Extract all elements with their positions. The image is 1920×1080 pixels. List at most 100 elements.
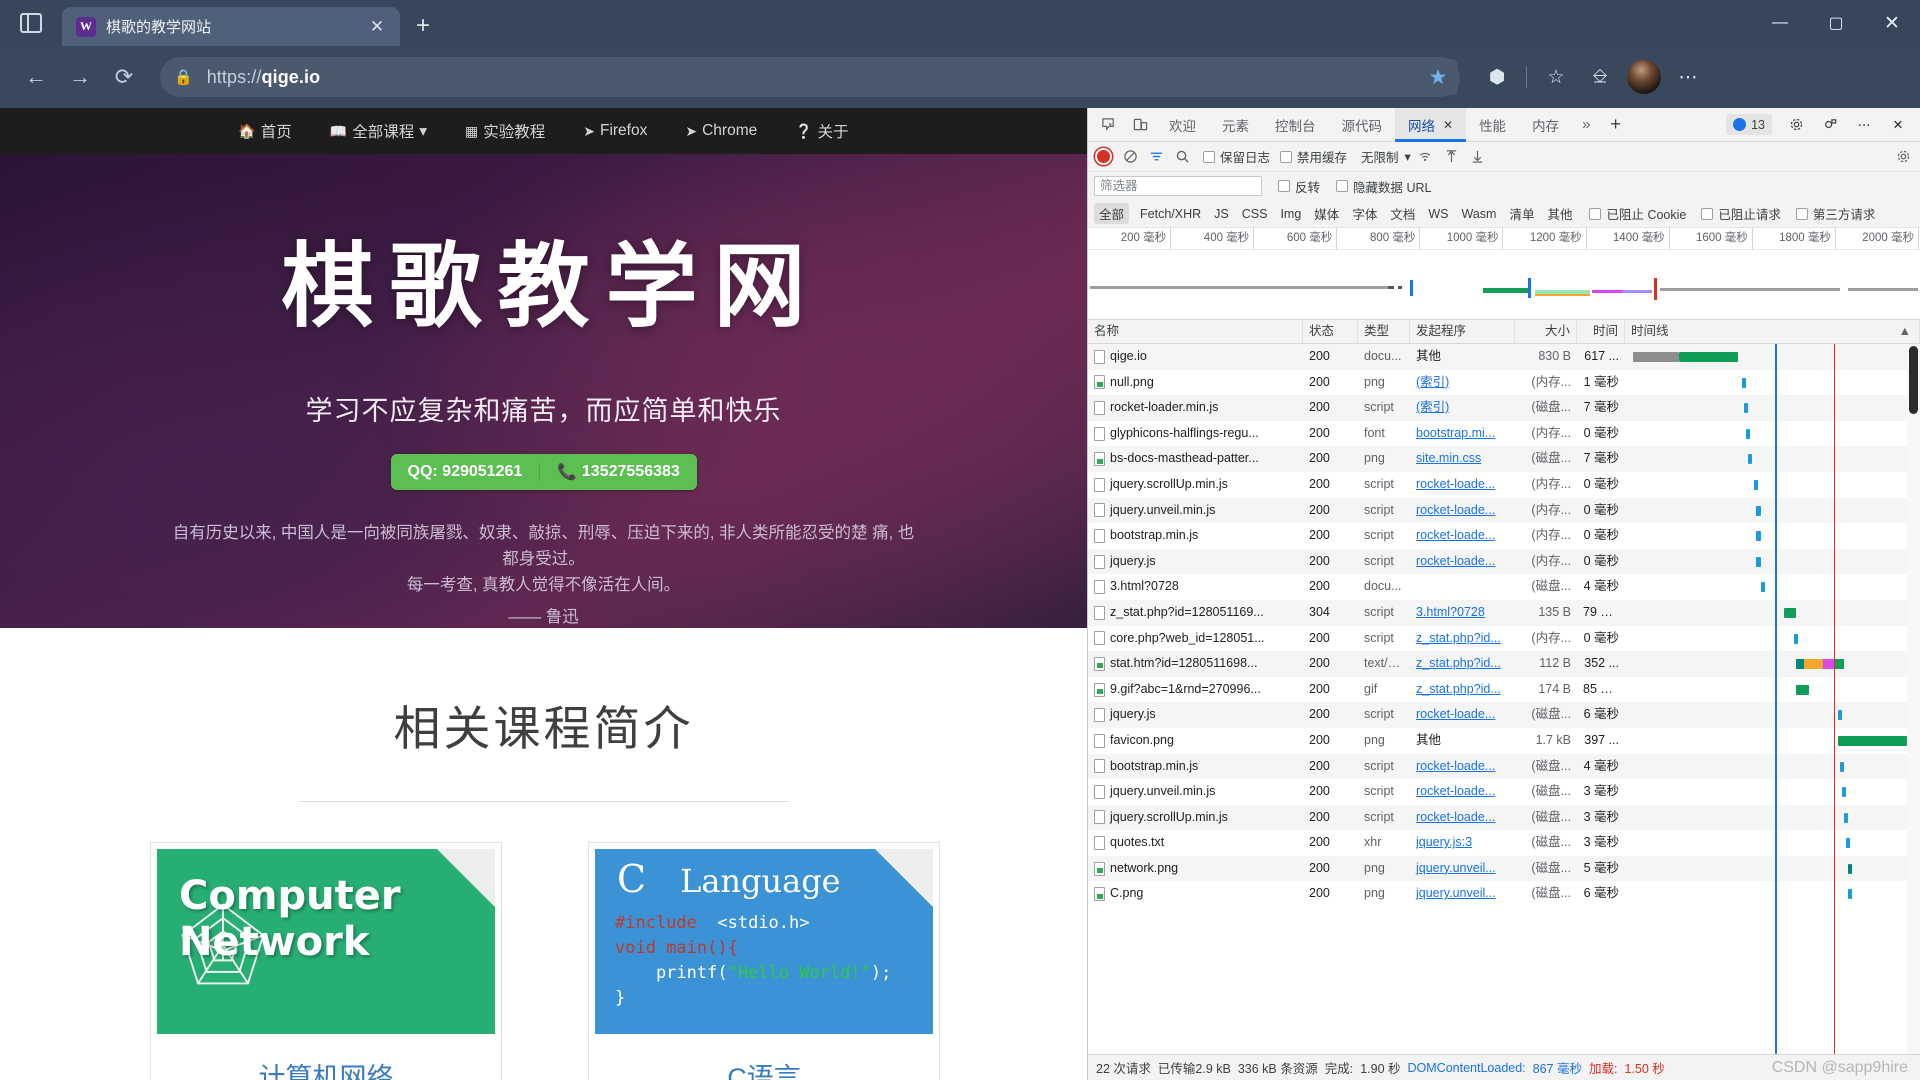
type-filter-img[interactable]: Img (1278, 206, 1303, 222)
clear-button[interactable] (1119, 146, 1141, 168)
request-name-cell[interactable]: rocket-loader.min.js (1088, 395, 1303, 421)
type-filter-css[interactable]: CSS (1240, 206, 1270, 222)
course-card[interactable]: C Language #include <stdio.h> void main()… (588, 842, 940, 1080)
address-bar[interactable]: 🔒 https://qige.io (160, 57, 1460, 97)
request-name-cell[interactable]: bs-docs-masthead-patter... (1088, 446, 1303, 472)
request-initiator[interactable]: 3.html?0728 (1410, 600, 1515, 626)
throttling-icon[interactable] (1415, 146, 1437, 168)
request-name-cell[interactable]: jquery.scrollUp.min.js (1088, 805, 1303, 831)
device-toolbar-icon[interactable] (1124, 110, 1156, 140)
table-row[interactable]: core.php?web_id=128051... 200 script z_stat… (1088, 626, 1920, 652)
contact-buttons[interactable]: QQ: 929051261 📞 13527556383 (390, 454, 697, 490)
request-initiator[interactable]: z_stat.php?id... (1410, 677, 1515, 703)
devtools-tab-performance[interactable]: 性能 (1466, 108, 1519, 142)
type-filter-fetchxhr[interactable]: Fetch/XHR (1138, 206, 1203, 222)
type-filter-font[interactable]: 字体 (1350, 203, 1379, 224)
table-row[interactable]: bootstrap.min.js 200 script rocket-loade...… (1088, 523, 1920, 549)
extensions-icon[interactable]: ⬢ (1476, 56, 1518, 98)
request-initiator[interactable]: rocket-loade... (1410, 549, 1515, 575)
settings-gear-icon[interactable] (1780, 110, 1812, 140)
request-initiator[interactable]: rocket-loade... (1410, 498, 1515, 524)
table-row[interactable]: favicon.png 200 png 其他 1.7 kB 397 ... (1088, 728, 1920, 754)
request-name-cell[interactable]: C.png (1088, 881, 1303, 907)
site-nav-item-courses[interactable]: 📖 全部课程 ▾ (330, 120, 427, 142)
filter-input[interactable]: 筛选器 (1094, 176, 1262, 196)
table-row[interactable]: jquery.js 200 script rocket-loade... (磁盘... 6… (1088, 702, 1920, 728)
third-party-checkbox[interactable]: 第三方请求 (1795, 204, 1875, 223)
request-initiator[interactable]: (索引) (1410, 395, 1515, 421)
network-overview[interactable]: 200 毫秒 400 毫秒 600 毫秒 800 毫秒 1000 毫秒 1200 毫秒 14… (1088, 228, 1920, 320)
disable-cache-checkbox[interactable]: 禁用缓存 (1280, 147, 1347, 166)
search-icon[interactable] (1171, 146, 1193, 168)
blocked-requests-checkbox[interactable]: 已阻止请求 (1701, 204, 1781, 223)
table-row[interactable]: jquery.js 200 script rocket-loade... (内存... 0… (1088, 548, 1920, 575)
column-header-status[interactable]: 状态 (1303, 319, 1358, 344)
invert-checkbox[interactable]: 反转 (1278, 177, 1320, 196)
request-name-cell[interactable]: glyphicons-halflings-regu... (1088, 421, 1303, 447)
phone-button[interactable]: 📞 13527556383 (540, 462, 696, 482)
table-row[interactable]: bootstrap.min.js 200 script rocket-loade...… (1088, 753, 1920, 780)
type-filter-wasm[interactable]: Wasm (1459, 206, 1498, 222)
site-nav-item-firefox[interactable]: ➤ Firefox (583, 122, 647, 140)
network-request-list[interactable]: qige.io 200 docu... 其他 830 B 617 ... null.png 2… (1088, 344, 1920, 1054)
export-har-icon[interactable] (1467, 146, 1489, 168)
inspect-element-icon[interactable] (1092, 110, 1124, 140)
request-initiator[interactable]: site.min.css (1410, 446, 1515, 472)
request-name-cell[interactable]: quotes.txt (1088, 830, 1303, 856)
favorite-star-button[interactable]: ★ (1418, 59, 1458, 95)
request-name-cell[interactable]: jquery.unveil.min.js (1088, 779, 1303, 805)
add-tab-icon[interactable]: + (1600, 114, 1631, 135)
table-row[interactable]: z_stat.php?id=128051169... 304 script 3.htm… (1088, 599, 1920, 626)
more-tabs-icon[interactable]: » (1572, 116, 1600, 133)
request-name-cell[interactable]: 9.gif?abc=1&rnd=270996... (1088, 677, 1303, 703)
qq-button[interactable]: QQ: 929051261 (391, 463, 541, 481)
table-row[interactable]: jquery.scrollUp.min.js 200 script rocket-lo… (1088, 804, 1920, 831)
profile-avatar[interactable] (1623, 56, 1665, 98)
devtools-tab-sources[interactable]: 源代码 (1329, 108, 1396, 142)
type-filter-other[interactable]: 其他 (1545, 203, 1574, 224)
table-row[interactable]: quotes.txt 200 xhr jquery.js:3 (磁盘... 3 毫秒 (1088, 830, 1920, 856)
request-name-cell[interactable]: jquery.js (1088, 702, 1303, 728)
throttling-dropdown[interactable]: 无限制 ▾ (1361, 147, 1411, 166)
network-settings-icon[interactable] (1892, 146, 1914, 168)
hide-data-urls-checkbox[interactable]: 隐藏数据 URL (1336, 177, 1432, 196)
table-row[interactable]: network.png 200 png jquery.unveil... (磁盘... 5… (1088, 855, 1920, 882)
request-initiator[interactable]: z_stat.php?id... (1410, 626, 1515, 652)
browser-tab[interactable]: W 棋歌的教学网站 ✕ (62, 7, 400, 46)
minimize-button[interactable]: — (1752, 0, 1808, 46)
request-initiator[interactable]: rocket-loade... (1410, 805, 1515, 831)
request-initiator[interactable]: z_stat.php?id... (1410, 651, 1515, 677)
course-name[interactable]: C语言 (595, 1034, 933, 1080)
request-initiator[interactable]: rocket-loade... (1410, 702, 1515, 728)
request-initiator[interactable]: rocket-loade... (1410, 472, 1515, 498)
reload-button[interactable]: ⟳ (102, 55, 146, 99)
request-name-cell[interactable]: favicon.png (1088, 728, 1303, 754)
request-initiator[interactable]: (索引) (1410, 370, 1515, 396)
devtools-tab-network[interactable]: 网络 ✕ (1395, 107, 1467, 142)
devtools-tab-memory[interactable]: 内存 (1519, 108, 1572, 142)
favorites-icon[interactable]: ☆ (1535, 56, 1577, 98)
new-tab-button[interactable]: + (406, 9, 440, 43)
table-row[interactable]: jquery.unveil.min.js 200 script rocket-load… (1088, 497, 1920, 524)
request-name-cell[interactable]: null.png (1088, 370, 1303, 396)
back-button[interactable]: ← (14, 55, 58, 99)
blocked-cookies-checkbox[interactable]: 已阻止 Cookie (1589, 204, 1686, 223)
type-filter-js[interactable]: JS (1212, 206, 1231, 222)
course-card[interactable]: ComputerNetwork 计算机网络 核心专业基础课程 (150, 842, 502, 1080)
column-header-waterfall[interactable]: 时间线 ▲ (1625, 319, 1920, 344)
type-filter-ws[interactable]: WS (1426, 206, 1450, 222)
more-options-icon[interactable]: ⋯ (1848, 110, 1880, 140)
type-filter-media[interactable]: 媒体 (1312, 203, 1341, 224)
issues-badge[interactable]: 13 (1726, 114, 1772, 135)
collections-icon[interactable]: ⎒ (1579, 56, 1621, 98)
record-button[interactable] (1097, 150, 1110, 163)
table-row[interactable]: null.png 200 png (索引) (内存... 1 毫秒 (1088, 370, 1920, 396)
request-name-cell[interactable]: jquery.unveil.min.js (1088, 498, 1303, 524)
tab-actions-button[interactable] (0, 0, 62, 46)
table-row[interactable]: stat.htm?id=1280511698... 200 text/h... z_s… (1088, 651, 1920, 677)
table-row[interactable]: rocket-loader.min.js 200 script (索引) (磁盘... 7… (1088, 395, 1920, 421)
request-name-cell[interactable]: z_stat.php?id=128051169... (1088, 600, 1303, 626)
site-nav-item-labs[interactable]: ▦ 实验教程 (465, 120, 545, 142)
request-name-cell[interactable]: stat.htm?id=1280511698... (1088, 651, 1303, 677)
maximize-button[interactable]: ▢ (1808, 0, 1864, 46)
